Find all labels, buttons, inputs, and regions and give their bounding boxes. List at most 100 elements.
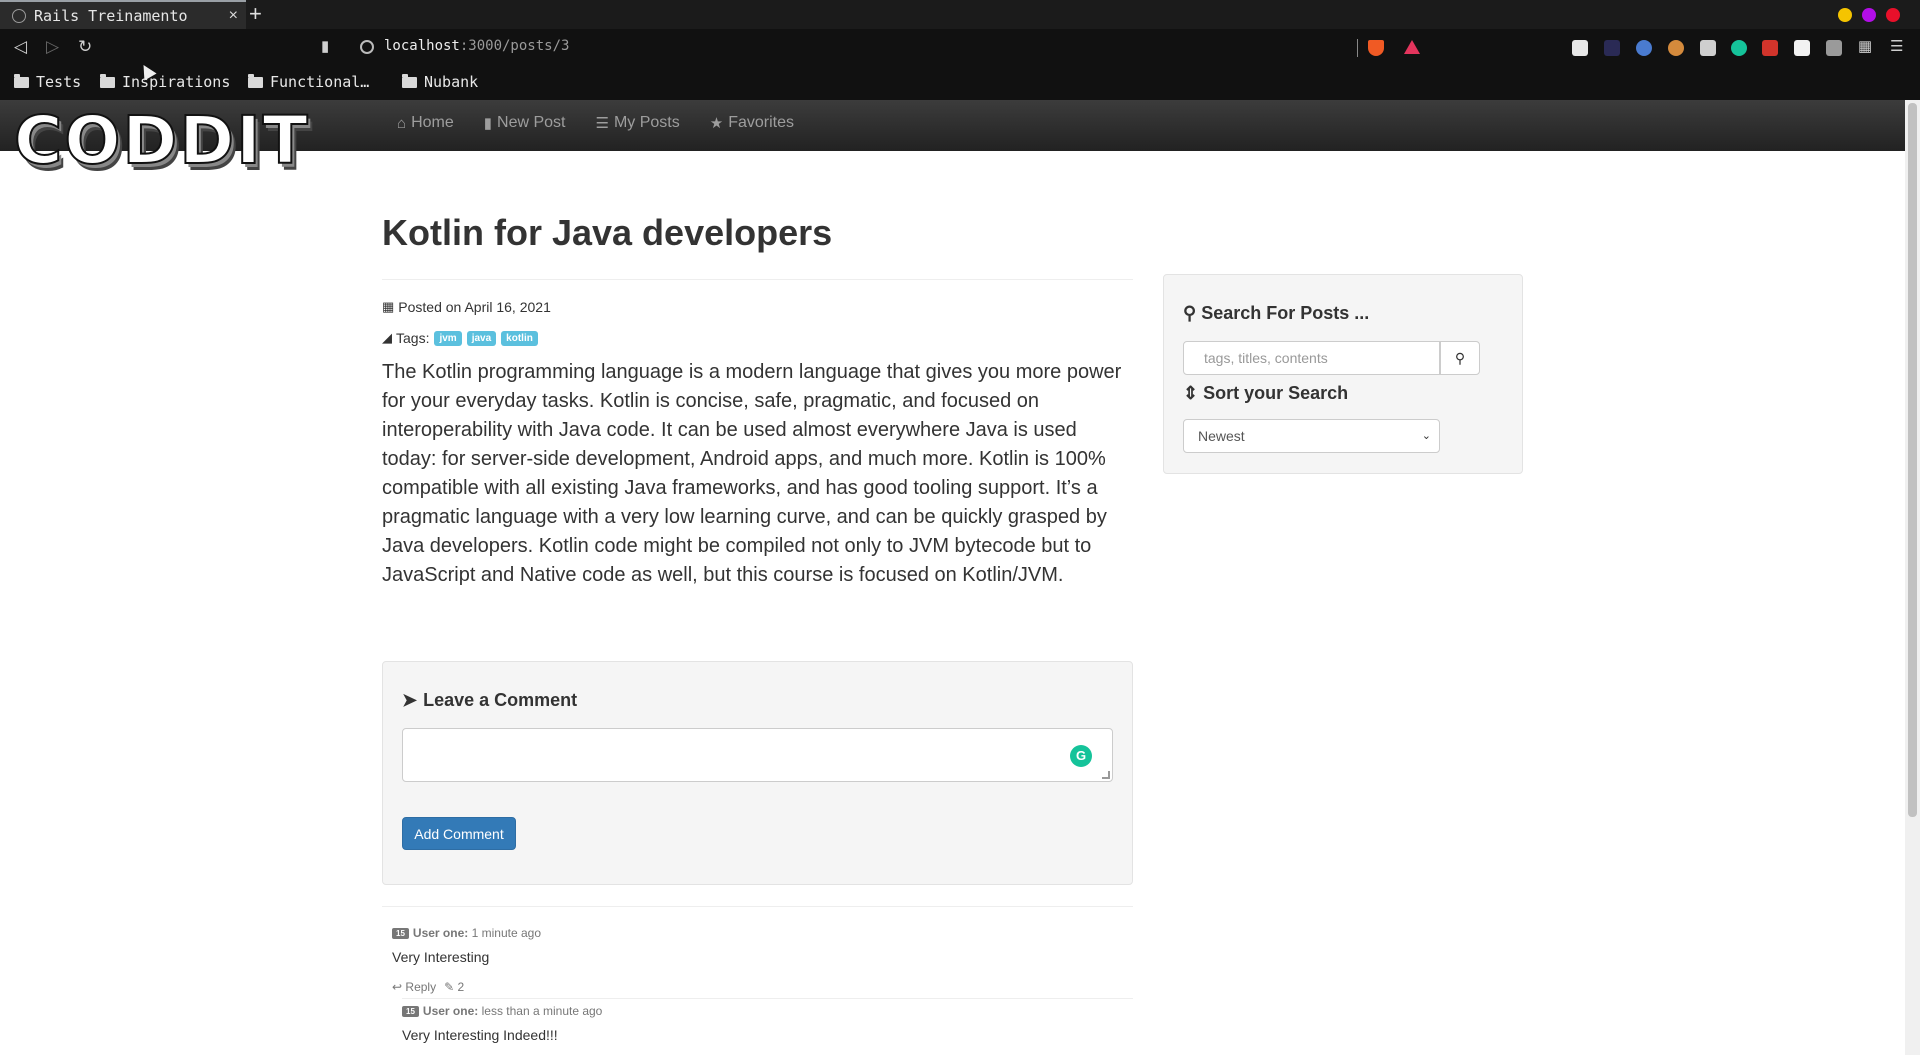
window-controls [1838, 8, 1900, 22]
forward-icon[interactable]: ▷ [46, 37, 59, 57]
calendar-icon: ▦ [382, 299, 395, 314]
extension-generic-icon[interactable] [1826, 40, 1842, 56]
tab-title: Rails Treinamento [34, 6, 188, 25]
globe-icon [12, 8, 26, 23]
bookmark-tests[interactable]: Tests [14, 73, 81, 91]
minimize-button[interactable] [1838, 8, 1852, 22]
search-icon: ⚲ [1454, 350, 1466, 366]
web-page: ⌂ Home ▮ New Post ☰ My Posts ★ Favorites COD… [0, 100, 1905, 1055]
folder-icon [402, 73, 417, 88]
extension-cookie-icon[interactable] [1668, 40, 1684, 56]
sort-heading-text: Sort your Search [1203, 383, 1349, 403]
star-icon: ★ [709, 115, 724, 132]
folder-icon [14, 73, 29, 88]
search-sidebar: ⚲ Search For Posts ... ⚲ ⇕ Sort your Sea… [1163, 274, 1523, 474]
search-input[interactable] [1183, 341, 1440, 375]
back-icon[interactable]: ◁ [14, 37, 27, 57]
extension-translate-icon[interactable] [1636, 40, 1652, 56]
sort-icon: ⇕ [1183, 383, 1199, 403]
nav-new-post-link[interactable]: ▮ New Post [484, 114, 566, 132]
url-path: :3000/posts/3 [459, 38, 570, 54]
comments-icon: ✎ [444, 980, 455, 994]
extension-dark-icon[interactable] [1604, 40, 1620, 56]
nav-favorites-link[interactable]: ★ Favorites [710, 114, 794, 132]
search-heading-text: Search For Posts ... [1201, 303, 1370, 323]
sort-heading: ⇕ Sort your Search [1183, 383, 1348, 404]
bookmark-label: Functional… [270, 73, 370, 91]
menu-icon[interactable]: ☰ [1890, 37, 1903, 55]
divider [382, 279, 1133, 280]
chevron-down-icon: ⌄ [1421, 430, 1431, 442]
comment-form-title: Leave a Comment [423, 690, 578, 710]
grammarly-icon[interactable]: G [1070, 745, 1092, 767]
folder-icon [100, 73, 115, 88]
bookmark-inspirations[interactable]: Inspirations [100, 73, 230, 91]
post-date: ▦ Posted on April 16, 2021 [382, 299, 551, 315]
brave-shield-icon[interactable] [1368, 40, 1384, 56]
site-info-icon[interactable] [360, 40, 374, 54]
add-comment-button[interactable]: Add Comment [402, 817, 516, 850]
bookmark-label: Nubank [424, 73, 479, 91]
reply-label: Reply [405, 980, 437, 994]
nav-home-link[interactable]: ⌂ Home [397, 114, 454, 132]
close-tab-icon[interactable]: × [229, 7, 238, 25]
browser-tab-bar: Rails Treinamento × + [0, 0, 1920, 29]
brave-rewards-icon[interactable] [1404, 40, 1420, 54]
scrollbar-thumb[interactable] [1908, 103, 1917, 817]
tag-badge[interactable]: kotlin [501, 330, 538, 346]
comment-textarea[interactable]: G [402, 728, 1113, 782]
extension-cards-icon[interactable] [1700, 40, 1716, 56]
book-icon: ▮ [483, 115, 493, 132]
extensions-puzzle-icon[interactable]: ▦ [1858, 37, 1872, 55]
maximize-button[interactable] [1862, 8, 1876, 22]
tag-badge[interactable]: jvm [434, 330, 462, 346]
sort-selected: Newest [1198, 428, 1245, 444]
reply-header: 15 User one: less than a minute ago [402, 1004, 602, 1018]
comment-user: User one: [412, 926, 469, 940]
browser-tab[interactable]: Rails Treinamento × [0, 0, 246, 29]
bookmark-label: Inspirations [122, 73, 231, 91]
post-title: Kotlin for Java developers [382, 212, 833, 253]
new-tab-button[interactable]: + [249, 2, 262, 26]
comment-form: ➤ Leave a Comment G Add Comment [382, 661, 1133, 885]
nav-label: Favorites [728, 114, 794, 131]
bookmarks-bar: Tests Inspirations Functional… Nubank [0, 67, 1920, 100]
site-logo[interactable]: CODDIT [13, 107, 310, 175]
comment-user: User one: [422, 1004, 479, 1018]
extension-calendar-icon[interactable] [1572, 40, 1588, 56]
post-tags: ◢ Tags: jvm java kotlin [382, 330, 538, 346]
nav-my-posts-link[interactable]: ☰ My Posts [595, 114, 679, 132]
grammarly-extension-icon[interactable] [1731, 40, 1747, 56]
reply-body: Very Interesting Indeed!!! [402, 1027, 558, 1043]
tag-badge[interactable]: java [466, 330, 497, 346]
reload-icon[interactable]: ↻ [78, 37, 92, 57]
post-content: The Kotlin programming language is a mod… [382, 361, 1122, 586]
avatar: 15 [392, 928, 409, 940]
post-date-text: Posted on April 16, 2021 [398, 299, 551, 315]
avatar: 15 [402, 1006, 419, 1018]
comment-header: 15 User one: 1 minute ago [392, 926, 541, 940]
nav-label: New Post [497, 114, 566, 131]
reply-link[interactable]: ↩ Reply [392, 980, 436, 994]
search-icon: ⚲ [1183, 303, 1197, 323]
address-bar[interactable]: localhost:3000/posts/3 [384, 38, 569, 54]
url-host: localhost [384, 38, 460, 54]
resize-handle[interactable] [1102, 771, 1110, 779]
replies-count[interactable]: ✎ 2 [444, 980, 464, 994]
browser-toolbar: ◁ ▷ ↻ ▮ localhost:3000/posts/3 ▦ ☰ [0, 29, 1920, 67]
comment-time: less than a minute ago [481, 1004, 603, 1018]
reply-icon: ↩ [392, 980, 403, 994]
close-window-button[interactable] [1886, 8, 1900, 22]
nav-label: Home [411, 114, 454, 131]
list-icon: ☰ [595, 115, 609, 132]
search-button[interactable]: ⚲ [1440, 341, 1480, 375]
bookmark-label: Tests [36, 73, 82, 91]
sort-select[interactable]: Newest ⌄ [1183, 419, 1440, 453]
bookmark-nubank[interactable]: Nubank [402, 73, 478, 91]
extension-counter-icon[interactable] [1762, 40, 1778, 56]
bookmark-icon[interactable]: ▮ [321, 37, 329, 55]
divider [402, 998, 1133, 999]
comment-actions: ↩ Reply ✎ 2 [392, 980, 464, 994]
extension-reader-icon[interactable] [1794, 40, 1810, 56]
bookmark-functional[interactable]: Functional… [248, 73, 369, 91]
